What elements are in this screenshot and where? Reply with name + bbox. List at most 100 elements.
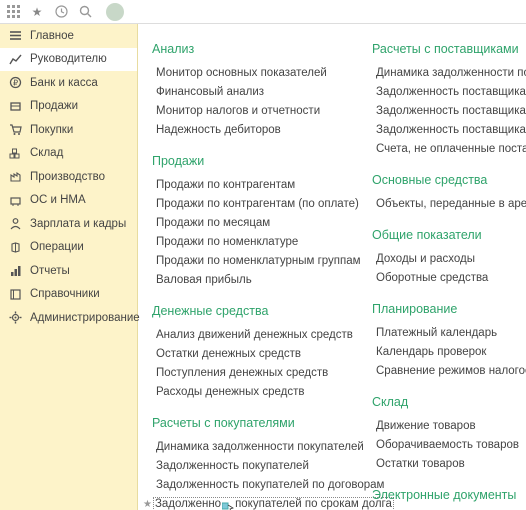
- report-link[interactable]: Продажи по номенклатуре: [156, 233, 348, 252]
- sidebar-item-label: Отчеты: [30, 265, 70, 277]
- sidebar-item-reports[interactable]: Отчеты: [0, 259, 137, 283]
- report-link[interactable]: Доходы и расходы: [376, 250, 526, 269]
- section-sales: ПродажиПродажи по контрагентамПродажи по…: [152, 154, 348, 290]
- report-link[interactable]: Монитор налогов и отчетности: [156, 102, 348, 121]
- report-link[interactable]: Платежный календарь: [376, 324, 526, 343]
- section-analysis: Анализ Монитор основных показателейФинанс…: [152, 42, 348, 140]
- sidebar-item-label: Производство: [30, 171, 105, 183]
- report-link[interactable]: Задолженнопокупателей по срокам долга: [156, 495, 348, 510]
- report-link[interactable]: Объекты, переданные в аренду: [376, 195, 526, 214]
- report-link[interactable]: Остатки денежных средств: [156, 345, 348, 364]
- section-links: Доходы и расходыОборотные средства: [372, 250, 526, 288]
- sidebar-item-stock[interactable]: Склад: [0, 142, 137, 166]
- report-link[interactable]: Движение товаров: [376, 417, 526, 436]
- section-title[interactable]: Основные средства: [372, 173, 526, 187]
- content: Анализ Монитор основных показателейФинанс…: [138, 24, 526, 510]
- sidebar-item-operations[interactable]: Операции: [0, 236, 137, 260]
- report-link[interactable]: Задолженность поставщикам по срок: [376, 121, 526, 140]
- svg-text:₽: ₽: [12, 79, 17, 88]
- report-link[interactable]: Оборачиваемость товаров: [376, 436, 526, 455]
- link-text-post: покупателей по срокам долга: [235, 498, 392, 510]
- operations-icon: [8, 240, 22, 254]
- section-title[interactable]: Электронные документы: [372, 488, 526, 502]
- sidebar-item-label: Зарплата и кадры: [30, 218, 126, 230]
- topbar: ★: [0, 0, 526, 24]
- gear-icon: [8, 311, 22, 325]
- report-link[interactable]: Продажи по месяцам: [156, 214, 348, 233]
- section-title[interactable]: Склад: [372, 395, 526, 409]
- sidebar-item-label: Банк и касса: [30, 77, 98, 89]
- section-title[interactable]: Планирование: [372, 302, 526, 316]
- history-icon[interactable]: [54, 5, 68, 19]
- section-planning: Планирование Платежный календарьКалендарь…: [372, 302, 526, 381]
- section-links: Платежный календарьКалендарь проверокСра…: [372, 324, 526, 381]
- report-link[interactable]: Задолженность покупателей по договорам: [156, 476, 348, 495]
- sidebar-item-bank[interactable]: ₽ Банк и касса: [0, 71, 137, 95]
- star-icon[interactable]: ★: [30, 5, 44, 19]
- menu-icon: [8, 29, 22, 43]
- section-title[interactable]: Расчеты с покупателями: [152, 416, 348, 430]
- link-text-pre: Задолженно: [155, 498, 221, 510]
- report-link[interactable]: Расходы денежных средств: [156, 383, 348, 402]
- sidebar-item-purchases[interactable]: Покупки: [0, 118, 137, 142]
- report-link[interactable]: Задолженность покупателей: [156, 457, 348, 476]
- report-link[interactable]: Динамика задолженности покупателей: [156, 438, 348, 457]
- report-link[interactable]: Календарь проверок: [376, 343, 526, 362]
- column-right: Расчеты с поставщиками Динамика задолженн…: [372, 42, 526, 510]
- report-link[interactable]: Задолженность поставщикам по дого: [376, 102, 526, 121]
- report-link[interactable]: Финансовый анализ: [156, 83, 348, 102]
- section-stock2: Склад Движение товаровОборачиваемость тов…: [372, 395, 526, 474]
- report-link[interactable]: Остатки товаров: [376, 455, 526, 474]
- section-title[interactable]: Анализ: [152, 42, 348, 56]
- sidebar-item-assets[interactable]: ОС и НМА: [0, 189, 137, 213]
- search-icon[interactable]: [78, 5, 92, 19]
- column-left: Анализ Монитор основных показателейФинанс…: [152, 42, 348, 510]
- sidebar-item-admin[interactable]: Администрирование: [0, 306, 137, 330]
- bank-icon: ₽: [8, 76, 22, 90]
- section-links: Продажи по контрагентамПродажи по контра…: [152, 176, 348, 290]
- report-link[interactable]: Валовая прибыль: [156, 271, 348, 290]
- sidebar-item-label: Справочники: [30, 288, 100, 300]
- sidebar-item-hr[interactable]: Зарплата и кадры: [0, 212, 137, 236]
- section-links: Анализ движений денежных средствОстатки …: [152, 326, 348, 402]
- section-edoc: Электронные документыДокументы на подпис…: [372, 488, 526, 510]
- section-suppliers: Расчеты с поставщиками Динамика задолженн…: [372, 42, 526, 159]
- assets-icon: [8, 193, 22, 207]
- section-links: Динамика задолженности покупателейЗадолж…: [152, 438, 348, 510]
- section-customers: Расчеты с покупателями Динамика задолженн…: [152, 416, 348, 510]
- person-icon: [8, 217, 22, 231]
- report-link[interactable]: Поступления денежных средств: [156, 364, 348, 383]
- sidebar-item-label: Главное: [30, 30, 74, 42]
- report-link[interactable]: Анализ движений денежных средств: [156, 326, 348, 345]
- chart-icon: [8, 52, 22, 66]
- section-links: Монитор основных показателейФинансовый а…: [152, 64, 348, 140]
- grid-icon[interactable]: [6, 5, 20, 19]
- sidebar-item-main[interactable]: Главное: [0, 24, 137, 48]
- report-link[interactable]: Оборотные средства: [376, 269, 526, 288]
- report-link[interactable]: Надежность дебиторов: [156, 121, 348, 140]
- sidebar-item-manager[interactable]: Руководителю: [0, 48, 137, 72]
- report-link[interactable]: Монитор основных показателей: [156, 64, 348, 83]
- report-link[interactable]: Динамика задолженности поставщик: [376, 64, 526, 83]
- sidebar-item-label: Руководителю: [30, 53, 107, 65]
- report-link[interactable]: Счета, не оплаченные поставщикам: [376, 140, 526, 159]
- sidebar-item-label: Покупки: [30, 124, 73, 136]
- section-links: Объекты, переданные в аренду: [372, 195, 526, 214]
- report-link[interactable]: Сравнение режимов налогообложени: [376, 362, 526, 381]
- avatar-icon[interactable]: [106, 3, 124, 21]
- section-links: Движение товаровОборачиваемость товаровО…: [372, 417, 526, 474]
- section-title[interactable]: Продажи: [152, 154, 348, 168]
- sidebar-item-dicts[interactable]: Справочники: [0, 283, 137, 307]
- sidebar-item-production[interactable]: Производство: [0, 165, 137, 189]
- section-title[interactable]: Расчеты с поставщиками: [372, 42, 526, 56]
- report-link[interactable]: Задолженность поставщикам: [376, 83, 526, 102]
- section-general: Общие показатели Доходы и расходыОборотны…: [372, 228, 526, 288]
- report-link[interactable]: Продажи по контрагентам: [156, 176, 348, 195]
- sidebar-item-sales[interactable]: Продажи: [0, 95, 137, 119]
- sidebar-item-label: Склад: [30, 147, 63, 159]
- report-link[interactable]: Продажи по контрагентам (по оплате): [156, 195, 348, 214]
- factory-icon: [8, 170, 22, 184]
- section-title[interactable]: Денежные средства: [152, 304, 348, 318]
- report-link[interactable]: Продажи по номенклатурным группам: [156, 252, 348, 271]
- section-title[interactable]: Общие показатели: [372, 228, 526, 242]
